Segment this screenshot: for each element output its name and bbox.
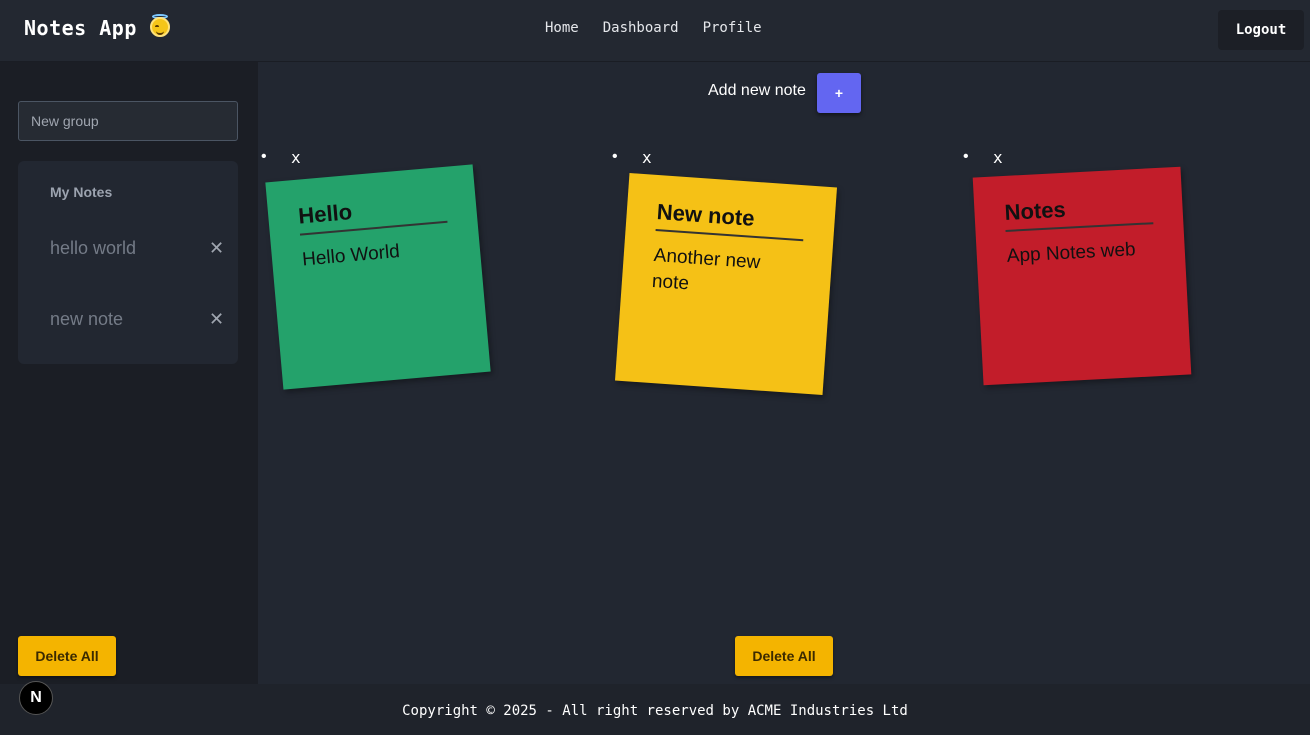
note-body: Another new note [651,244,761,295]
group-list-title: My Notes [50,184,113,200]
note-body: App Notes web [1006,239,1137,267]
app-header: Notes App Home Dashboard Profile Logout [0,0,1310,62]
sticky-note[interactable]: New note Another new note [614,172,838,396]
main-nav: Home Dashboard Profile [545,20,762,36]
sidebar-delete-all-button[interactable]: Delete All [18,636,116,676]
note-item: • x Hello Hello World [258,148,598,408]
note-title: Hello [297,190,448,236]
note-item: • x Notes App Notes web [960,148,1300,408]
app-title[interactable]: Notes App [24,16,137,40]
sticky-note[interactable]: Notes App Notes web [972,166,1192,386]
bullet-icon: • [612,148,618,165]
new-group-input[interactable] [18,101,238,141]
smiling-face-icon [150,17,170,37]
close-icon[interactable]: ✕ [209,238,224,259]
footer-copyright: Copyright © 2025 - All right reserved by… [0,684,1310,735]
add-note-button[interactable]: + [817,73,861,113]
nav-home[interactable]: Home [545,20,579,36]
logout-button[interactable]: Logout [1218,10,1304,50]
note-title: New note [655,199,806,242]
nextjs-badge-icon[interactable]: N [19,681,53,715]
delete-all-notes-button[interactable]: Delete All [735,636,833,676]
delete-note-button[interactable]: x [291,148,301,167]
add-note-label: Add new note [708,82,806,99]
group-item-new-note[interactable]: new note ✕ [18,301,238,341]
group-item-label[interactable]: new note [50,309,123,330]
sticky-note[interactable]: Hello Hello World [265,164,491,390]
group-item-hello-world[interactable]: hello world ✕ [18,230,238,270]
note-title: Notes [1003,192,1154,232]
bullet-icon: • [261,148,267,165]
delete-note-button[interactable]: x [642,148,652,167]
note-item: • x New note Another new note [609,148,949,408]
close-icon[interactable]: ✕ [209,309,224,330]
group-list: My Notes hello world ✕ new note ✕ [18,161,238,364]
note-body: Hello World [301,241,401,271]
delete-note-button[interactable]: x [993,148,1003,167]
group-item-label[interactable]: hello world [50,238,136,259]
nav-dashboard[interactable]: Dashboard [603,20,679,36]
nav-profile[interactable]: Profile [703,20,762,36]
bullet-icon: • [963,148,969,165]
notes-board: Add new note + • x Hello Hello World • x… [258,62,1310,684]
sidebar: My Notes hello world ✕ new note ✕ Delete… [0,62,258,684]
